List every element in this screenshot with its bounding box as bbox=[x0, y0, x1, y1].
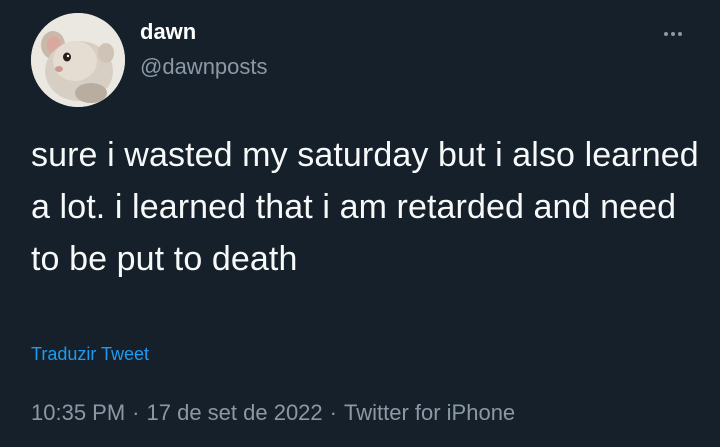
more-horizontal-icon bbox=[678, 32, 682, 36]
more-options-button[interactable] bbox=[655, 22, 691, 46]
tweet-source[interactable]: Twitter for iPhone bbox=[344, 400, 515, 425]
user-handle[interactable]: @dawnposts bbox=[140, 53, 268, 81]
more-horizontal-icon bbox=[664, 32, 668, 36]
tweet-time[interactable]: 10:35 PM bbox=[31, 400, 125, 425]
meta-separator: · bbox=[329, 400, 337, 425]
author-avatar[interactable] bbox=[31, 13, 125, 107]
display-name[interactable]: dawn bbox=[140, 18, 196, 46]
translate-tweet-link[interactable]: Traduzir Tweet bbox=[31, 342, 149, 366]
tweet-text: sure i wasted my saturday but i also lea… bbox=[31, 136, 699, 278]
more-horizontal-icon bbox=[671, 32, 675, 36]
hamster-avatar-icon bbox=[31, 13, 125, 107]
tweet-date[interactable]: 17 de set de 2022 bbox=[147, 400, 323, 425]
meta-separator: · bbox=[132, 400, 140, 425]
tweet-metadata: 10:35 PM · 17 de set de 2022 · Twitter for i… bbox=[31, 398, 515, 428]
